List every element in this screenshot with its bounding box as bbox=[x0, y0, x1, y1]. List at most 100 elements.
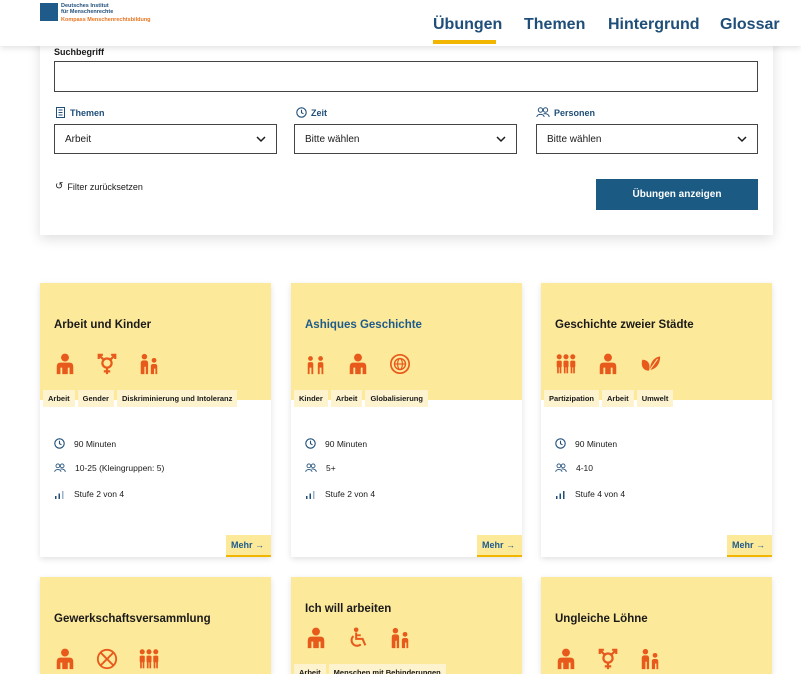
tag[interactable]: Gender bbox=[77, 390, 114, 407]
card-icons bbox=[555, 648, 681, 670]
card-duration: 90 Minuten bbox=[555, 438, 617, 449]
persons-text: 5+ bbox=[326, 463, 336, 473]
card-header bbox=[291, 577, 522, 674]
more-link[interactable]: Mehr → bbox=[476, 535, 522, 557]
persons-icon bbox=[555, 463, 567, 472]
logo-line-2: für Menschenrechte bbox=[61, 9, 114, 15]
tag[interactable]: Kinder bbox=[294, 390, 328, 407]
card-tags: Kinder Arbeit Globalisierung bbox=[294, 390, 431, 407]
exercise-card[interactable]: Geschichte zweier Städte Partizipation A… bbox=[541, 283, 772, 557]
nav-hintergrund[interactable]: Hintergrund bbox=[608, 16, 700, 34]
tag[interactable]: Umwelt bbox=[636, 390, 674, 407]
arrow-right-icon: → bbox=[255, 540, 264, 550]
zeit-select[interactable]: Bitte wählen bbox=[294, 124, 517, 154]
site-logo[interactable]: Deutsches Institut für Menschenrechte Ko… bbox=[40, 3, 151, 23]
logo-line-3: Kompass Menschenrechtsbildung bbox=[61, 17, 151, 23]
person-icon bbox=[305, 627, 327, 649]
more-label: Mehr bbox=[481, 540, 504, 550]
nav-active-indicator bbox=[433, 40, 496, 44]
clock-icon bbox=[54, 438, 65, 449]
arrow-right-icon: → bbox=[506, 540, 515, 550]
nav-glossar[interactable]: Glossar bbox=[720, 16, 780, 34]
tag[interactable]: Menschen mit Behinderungen bbox=[328, 664, 446, 674]
family-icon bbox=[389, 627, 411, 649]
duration-text: 90 Minuten bbox=[575, 438, 618, 449]
clock-icon bbox=[305, 438, 316, 449]
more-label: Mehr bbox=[731, 540, 754, 550]
card-title[interactable]: Ungleiche Löhne bbox=[555, 613, 648, 625]
chevron-down-icon bbox=[256, 135, 266, 142]
card-icons bbox=[54, 353, 180, 375]
persons-text: 4-10 bbox=[576, 463, 594, 473]
reset-icon: ↺ bbox=[55, 181, 64, 192]
tag[interactable]: Arbeit bbox=[43, 390, 75, 407]
level-text: Stufe 2 von 4 bbox=[74, 489, 125, 499]
clock-icon bbox=[555, 438, 566, 449]
card-duration: 90 Minuten bbox=[54, 438, 116, 449]
card-icons bbox=[305, 353, 431, 375]
card-title[interactable]: Geschichte zweier Städte bbox=[555, 319, 694, 331]
personen-select-value: Bitte wählen bbox=[547, 133, 602, 145]
card-title[interactable]: Gewerkschaftsversammlung bbox=[54, 613, 211, 625]
card-title[interactable]: Arbeit und Kinder bbox=[54, 319, 151, 331]
tag[interactable]: Globalisierung bbox=[365, 390, 428, 407]
chevron-down-icon bbox=[496, 135, 506, 142]
exercise-card[interactable]: Ich will arbeiten Arbeit Menschen mit Be… bbox=[291, 577, 522, 674]
nav-uebungen[interactable]: Übungen bbox=[433, 16, 502, 34]
more-link[interactable]: Mehr → bbox=[225, 535, 271, 557]
level-icon bbox=[556, 490, 565, 499]
gender-icon bbox=[597, 648, 619, 670]
personen-label-text: Personen bbox=[554, 107, 596, 118]
level-text: Stufe 4 von 4 bbox=[575, 489, 626, 499]
show-exercises-button[interactable]: Übungen anzeigen bbox=[596, 179, 758, 210]
gender-icon bbox=[96, 353, 118, 375]
group-icon bbox=[555, 353, 577, 375]
level-text: Stufe 2 von 4 bbox=[325, 489, 376, 499]
level-icon bbox=[55, 490, 64, 499]
wheelchair-icon bbox=[347, 627, 369, 649]
tag[interactable]: Arbeit bbox=[602, 390, 634, 407]
tag[interactable]: Diskriminierung und Intoleranz bbox=[116, 390, 238, 407]
person-icon bbox=[347, 353, 369, 375]
exercise-card[interactable]: Ashiques Geschichte Kinder Arbeit Global… bbox=[291, 283, 522, 557]
card-icons bbox=[305, 627, 431, 649]
card-icons bbox=[555, 353, 681, 375]
card-header bbox=[541, 283, 772, 400]
more-label: Mehr bbox=[230, 540, 253, 550]
card-header bbox=[291, 283, 522, 400]
nav-themen[interactable]: Themen bbox=[524, 16, 585, 34]
search-input[interactable] bbox=[54, 61, 758, 92]
persons-icon bbox=[54, 463, 66, 472]
more-link[interactable]: Mehr → bbox=[726, 535, 772, 557]
exercise-card[interactable]: Arbeit und Kinder Arbeit Gender Diskrimi… bbox=[40, 283, 271, 557]
zeit-select-value: Bitte wählen bbox=[305, 133, 360, 145]
reset-filter-link[interactable]: ↺ Filter zurücksetzen bbox=[55, 181, 143, 192]
card-icons bbox=[54, 648, 180, 670]
person-icon bbox=[54, 353, 76, 375]
duration-text: 90 Minuten bbox=[74, 438, 117, 449]
logo-text: Deutsches Institut für Menschenrechte Ko… bbox=[61, 3, 151, 23]
exercise-card[interactable]: Gewerkschaftsversammlung bbox=[40, 577, 271, 674]
card-tags: Partizipation Arbeit Umwelt bbox=[544, 390, 676, 407]
card-level: Stufe 4 von 4 bbox=[555, 489, 625, 499]
card-tags: Arbeit Gender Diskriminierung und Intole… bbox=[43, 390, 240, 407]
persons-text: 10-25 (Kleingruppen: 5) bbox=[75, 463, 165, 473]
card-persons: 5+ bbox=[305, 463, 336, 473]
tag[interactable]: Partizipation bbox=[544, 390, 600, 407]
children-icon bbox=[305, 353, 327, 375]
level-icon bbox=[306, 490, 315, 499]
chevron-down-icon bbox=[737, 135, 747, 142]
personen-select[interactable]: Bitte wählen bbox=[536, 124, 758, 154]
card-title[interactable]: Ich will arbeiten bbox=[305, 603, 391, 615]
tag[interactable]: Arbeit bbox=[294, 664, 326, 674]
persons-icon bbox=[305, 463, 317, 472]
filter-panel: Suchbegriff Themen Arbeit Zeit Bitte wäh… bbox=[40, 30, 773, 235]
themen-select[interactable]: Arbeit bbox=[54, 124, 277, 154]
card-title[interactable]: Ashiques Geschichte bbox=[305, 319, 422, 331]
persons-icon bbox=[536, 107, 550, 118]
exercise-card[interactable]: Ungleiche Löhne bbox=[541, 577, 772, 674]
card-header bbox=[40, 283, 271, 400]
family-icon bbox=[639, 648, 661, 670]
clock-icon bbox=[296, 107, 307, 118]
tag[interactable]: Arbeit bbox=[330, 390, 363, 407]
